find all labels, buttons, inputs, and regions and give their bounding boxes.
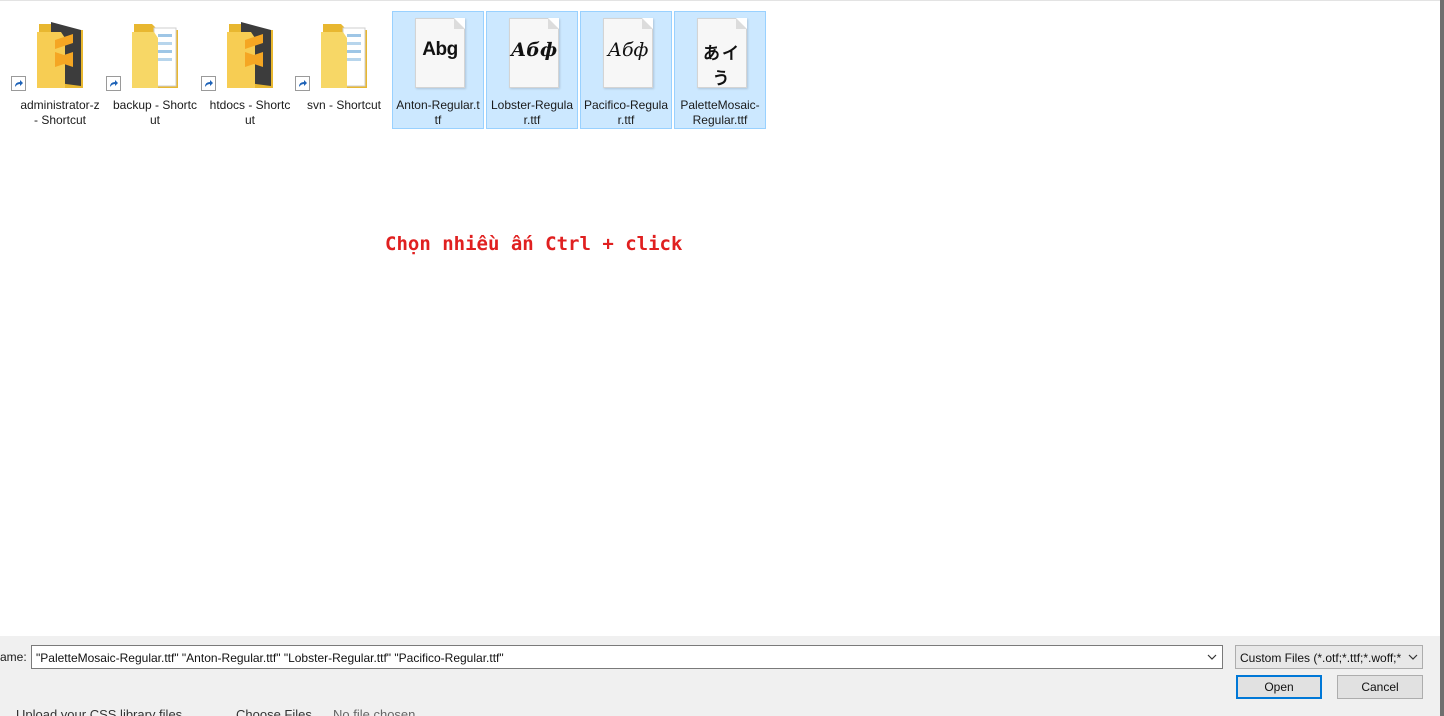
folder-sublime-icon [227,22,273,88]
chevron-down-icon[interactable] [1202,646,1222,668]
upload-text: Upload your CSS library files [16,707,183,716]
font-file-icon: Абф [599,18,655,92]
font-file-icon: Абф [505,18,561,92]
folder-documents-icon [132,24,178,88]
folder-item[interactable]: svn - Shortcut [295,11,390,129]
item-label: Lobster-Regular.ttf [490,98,574,127]
shortcut-arrow-icon [295,76,310,91]
font-file-item[interactable]: Abg Anton-Regular.ttf [392,11,484,129]
folder-sublime-icon [37,22,83,88]
font-file-item[interactable]: Абф Pacifico-Regular.ttf [580,11,672,129]
item-label: PaletteMosaic-Regular.ttf [680,98,760,127]
font-sample: Абф [510,39,558,61]
folder-item[interactable]: administrator-z - Shortcut [11,11,106,129]
item-label: htdocs - Shortcut [209,98,291,127]
font-file-icon: Abg [411,18,467,92]
shortcut-arrow-icon [106,76,121,91]
annotation-text: Chọn nhiều ấn Ctrl + click [385,233,683,255]
font-file-icon: あイう [693,18,749,92]
folder-documents-icon [321,24,367,88]
open-button[interactable]: Open [1236,675,1322,699]
window-edge [1440,0,1444,716]
file-type-value: Custom Files (*.otf;*.ttf;*.woff;* [1240,651,1402,665]
font-file-item[interactable]: あイう PaletteMosaic-Regular.ttf [674,11,766,129]
font-sample: Абф [607,39,649,61]
shortcut-arrow-icon [11,76,26,91]
filename-value: "PaletteMosaic-Regular.ttf" "Anton-Regul… [36,651,504,665]
folder-item[interactable]: htdocs - Shortcut [201,11,296,129]
chevron-down-icon [1404,646,1422,668]
item-label: Pacifico-Regular.ttf [583,98,669,127]
filename-label: ame: [0,650,27,664]
folder-item[interactable]: backup - Shortcut [106,11,201,129]
no-file-text: No file chosen [333,707,416,716]
file-list-pane[interactable]: administrator-z - Shortcut backup - Shor… [0,0,1440,637]
filename-input[interactable]: "PaletteMosaic-Regular.ttf" "Anton-Regul… [31,645,1223,669]
font-sample: あイう [703,44,741,89]
font-sample: Abg [422,39,458,60]
shortcut-arrow-icon [201,76,216,91]
item-label: backup - Shortcut [112,98,198,127]
item-label: administrator-z - Shortcut [20,98,100,127]
item-label: Anton-Regular.ttf [396,98,480,127]
file-type-select[interactable]: Custom Files (*.otf;*.ttf;*.woff;* [1235,645,1423,669]
font-file-item[interactable]: Абф Lobster-Regular.ttf [486,11,578,129]
cancel-button[interactable]: Cancel [1337,675,1423,699]
choose-files-button[interactable]: Choose Files [236,707,312,716]
underlying-page-strip: Upload your CSS library files Choose Fil… [0,704,1440,716]
item-label: svn - Shortcut [306,98,382,112]
